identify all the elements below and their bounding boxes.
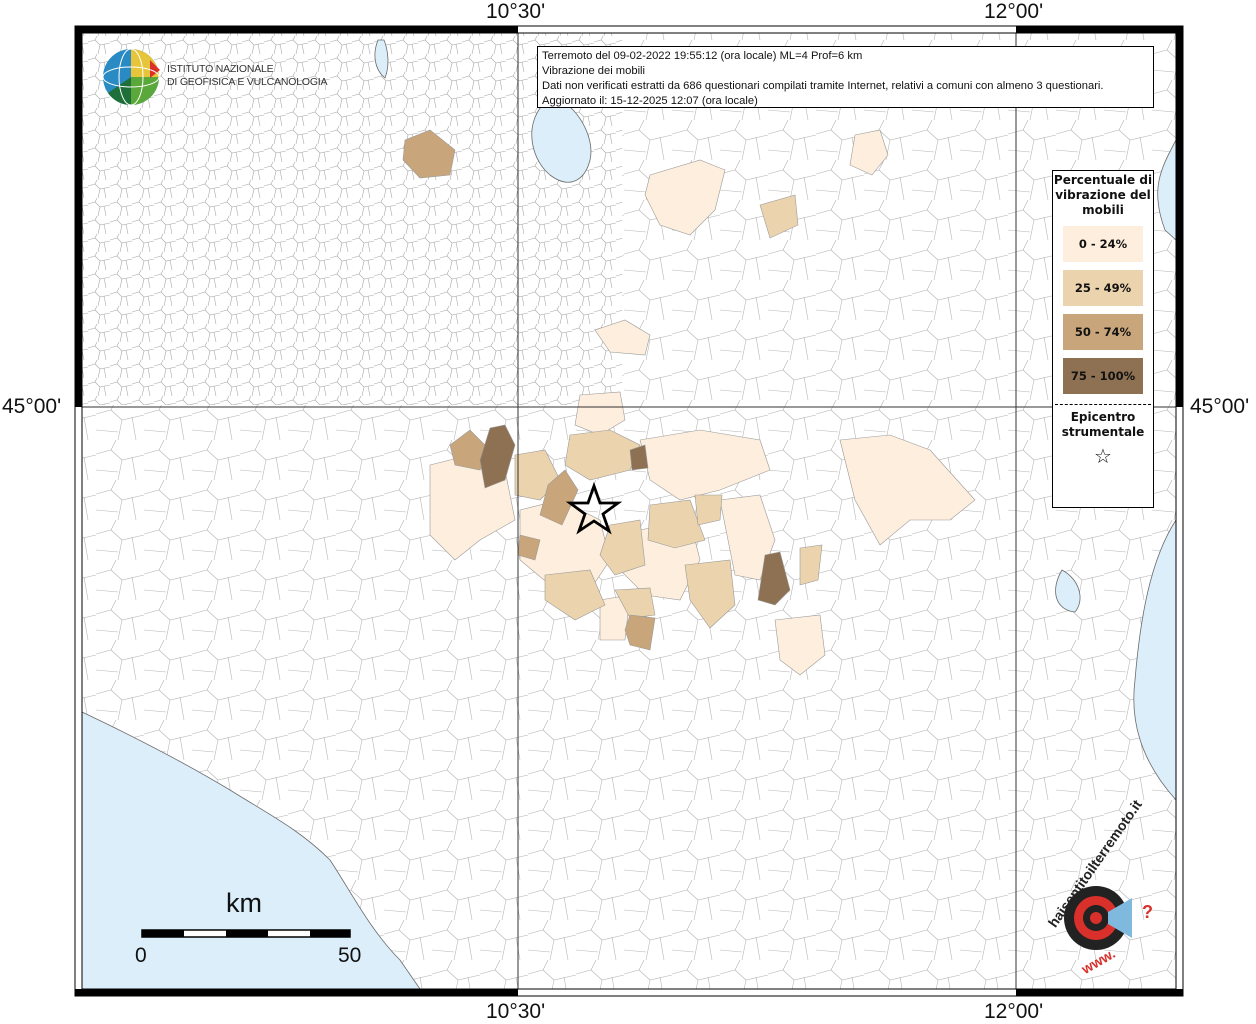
institute-name-line1: ISTITUTO NAZIONALE	[167, 63, 274, 75]
event-title: Terremoto del 09-02-2022 19:55:12 (ora l…	[542, 50, 863, 62]
municipality-shade	[694, 494, 723, 526]
map-canvas: haisentitoilterremoto.it www. ?	[74, 25, 1184, 997]
lon-label-bottom-left: 10°30'	[486, 1000, 546, 1023]
scale-unit: km	[226, 888, 262, 918]
scale-max: 50	[338, 944, 362, 967]
legend-star-icon: ☆	[1094, 444, 1112, 468]
lon-label-top-right: 12°00'	[984, 0, 1044, 23]
legend-divider	[1055, 404, 1151, 405]
legend: Percentuale di vibrazione del mobili 0 -…	[1052, 170, 1154, 508]
legend-item-75-100: 75 - 100%	[1063, 358, 1143, 394]
scale-min: 0	[135, 944, 147, 967]
scale-bar	[141, 929, 351, 938]
legend-item-50-74: 50 - 74%	[1063, 314, 1143, 350]
legend-item-25-49: 25 - 49%	[1063, 270, 1143, 306]
lat-label-right: 45°00'	[1190, 395, 1250, 418]
lat-label-left: 45°00'	[2, 395, 62, 418]
lon-label-bottom-right: 12°00'	[984, 1000, 1044, 1023]
legend-epicenter-title: Epicentro strumentale	[1061, 410, 1145, 439]
watermark-suffix: ?	[1142, 902, 1153, 922]
institute-name: ISTITUTO NAZIONALE DI GEOFISICA E VULCAN…	[167, 63, 328, 89]
event-data-note: Dati non verificati estratti da 686 ques…	[542, 80, 1104, 92]
event-info-box: Terremoto del 09-02-2022 19:55:12 (ora l…	[537, 46, 1154, 108]
legend-title: Percentuale di vibrazione del mobili	[1053, 173, 1153, 217]
institute-name-line2: DI GEOFISICA E VULCANOLOGIA	[167, 76, 328, 88]
event-updated: Aggiornato il: 15-12-2025 12:07 (ora loc…	[542, 95, 758, 107]
legend-item-0-24: 0 - 24%	[1063, 226, 1143, 262]
event-parameter: Vibrazione dei mobili	[542, 65, 646, 77]
lon-label-top-left: 10°30'	[486, 0, 546, 23]
